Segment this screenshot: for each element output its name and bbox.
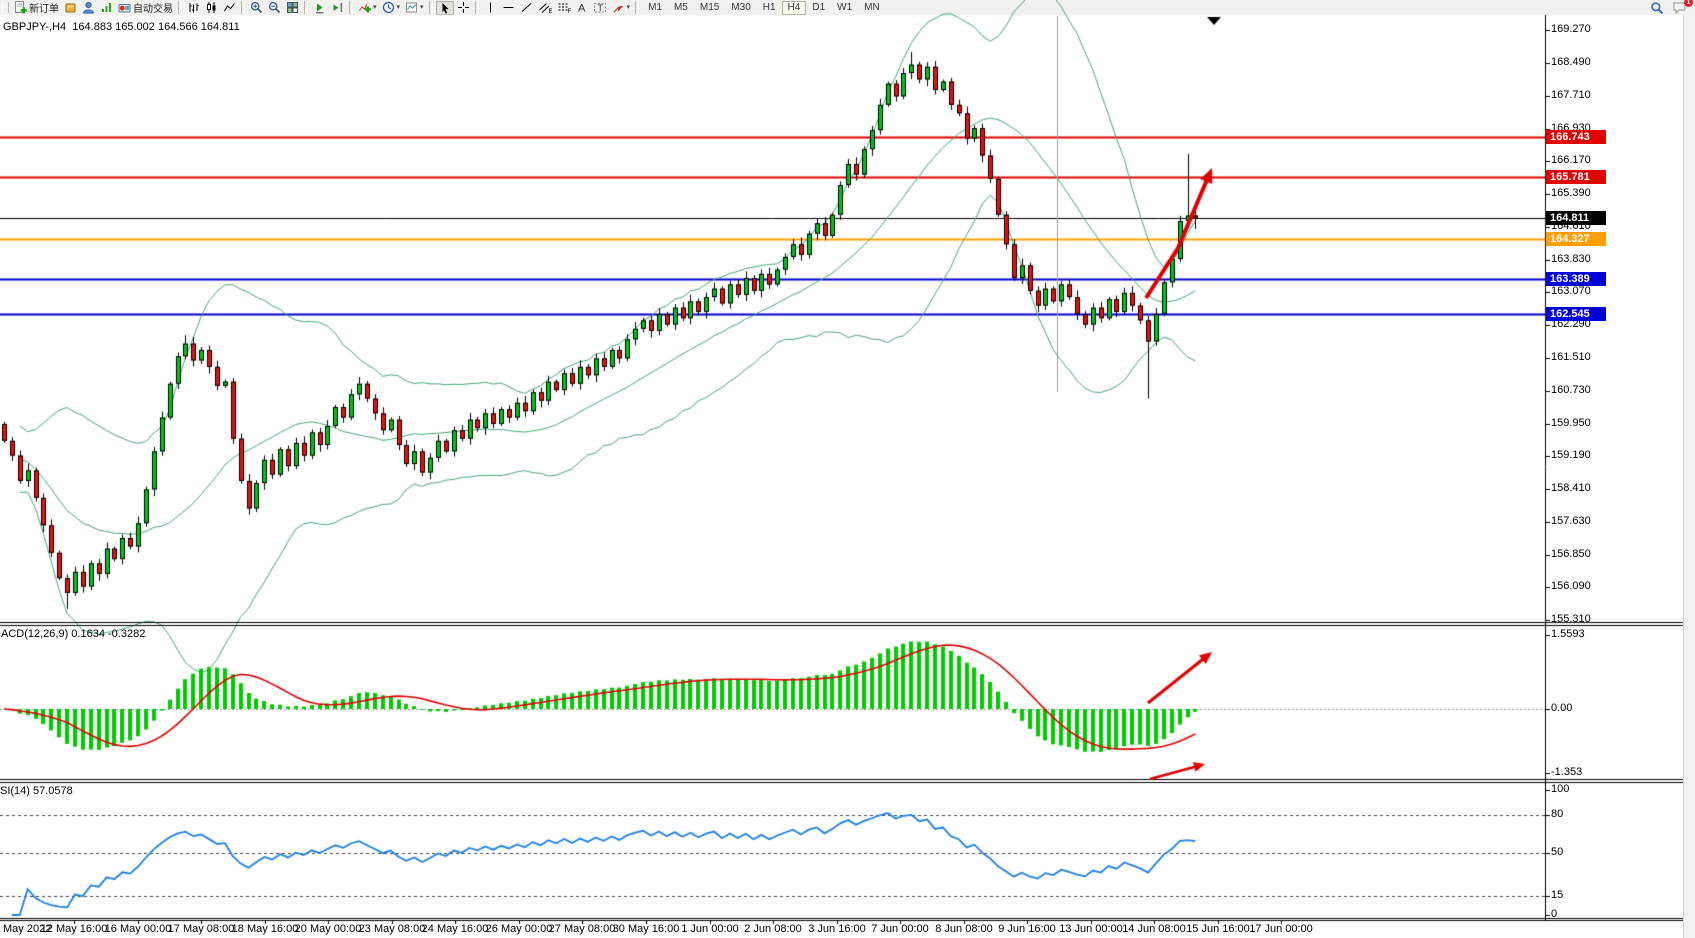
- price-line-label: 163.389: [1546, 272, 1606, 286]
- price-tick-label: 169.270: [1551, 23, 1591, 35]
- price-tick-label: 156.850: [1551, 548, 1591, 560]
- time-axis-label: 3 Jun 16:00: [808, 923, 866, 935]
- time-axis-label: 8 Jun 08:00: [935, 923, 993, 935]
- price-tick-label: 166.170: [1551, 154, 1591, 166]
- price-tick-label: 163.830: [1551, 253, 1591, 265]
- time-axis-label: 16 May 00:00: [105, 923, 172, 935]
- time-axis-label: 24 May 16:00: [422, 923, 489, 935]
- time-axis-label: 17 May 08:00: [168, 923, 235, 935]
- time-axis-label: 17 Jun 00:00: [1249, 923, 1313, 935]
- ohlc-quote-label: 164.883 165.002 164.566 164.811: [72, 21, 239, 33]
- time-axis-label: 14 Jun 08:00: [1122, 923, 1186, 935]
- price-tick-label: 155.310: [1551, 613, 1591, 625]
- price-tick-label: 157.630: [1551, 515, 1591, 527]
- chart-title: GBPJPY-,H4 164.883 165.002 164.566 164.8…: [3, 21, 240, 33]
- price-tick-label: 168.490: [1551, 56, 1591, 68]
- price-tick-label: 160.730: [1551, 384, 1591, 396]
- time-axis-label: 7 Jun 00:00: [871, 923, 929, 935]
- price-tick-label: 159.950: [1551, 417, 1591, 429]
- price-tick-label: 163.070: [1551, 285, 1591, 297]
- price-tick-label: 167.710: [1551, 89, 1591, 101]
- rsi-tick-label: 0: [1551, 908, 1557, 920]
- time-axis-label: 9 Jun 16:00: [998, 923, 1056, 935]
- price-tick-label: 159.190: [1551, 449, 1591, 461]
- price-line-label: 165.781: [1546, 170, 1606, 184]
- rsi-tick-label: 100: [1551, 783, 1569, 795]
- price-tick-label: 156.090: [1551, 580, 1591, 592]
- time-axis-label: 27 May 08:00: [549, 923, 616, 935]
- time-axis-label: 12 May 16:00: [41, 923, 108, 935]
- time-axis-label: 1 Jun 00:00: [681, 923, 739, 935]
- price-tick-label: 165.390: [1551, 187, 1591, 199]
- mt4-window: 新订单 自动交: [0, 0, 1695, 938]
- time-axis-label: 2 Jun 08:00: [744, 923, 802, 935]
- time-axis-label: 20 May 00:00: [295, 923, 362, 935]
- macd-tick-label: 0.00: [1551, 702, 1572, 714]
- price-line-label: 164.811: [1546, 211, 1606, 225]
- rsi-indicator-label: SI(14) 57.0578: [0, 785, 73, 797]
- rsi-tick-label: 50: [1551, 846, 1563, 858]
- chart-canvas[interactable]: [0, 0, 1695, 938]
- rsi-tick-label: 15: [1551, 889, 1563, 901]
- symbol-period-label: GBPJPY-,H4: [3, 21, 66, 33]
- macd-tick-label: 1.5593: [1551, 628, 1585, 640]
- time-axis-label: 26 May 00:00: [486, 923, 553, 935]
- time-axis-label: 13 Jun 00:00: [1059, 923, 1123, 935]
- macd-indicator-label: ACD(12,26,9) 0.1634 -0.3282: [1, 628, 145, 640]
- price-line-label: 164.327: [1546, 232, 1606, 246]
- time-axis-label: 23 May 08:00: [359, 923, 426, 935]
- rsi-tick-label: 80: [1551, 808, 1563, 820]
- price-line-label: 166.743: [1546, 130, 1606, 144]
- price-line-label: 162.545: [1546, 307, 1606, 321]
- time-axis-label: 18 May 16:00: [232, 923, 299, 935]
- time-axis-label: 30 May 16:00: [613, 923, 680, 935]
- window-edge-strip: [1683, 15, 1695, 938]
- price-tick-label: 161.510: [1551, 351, 1591, 363]
- price-tick-label: 158.410: [1551, 482, 1591, 494]
- time-axis-label: 15 Jun 16:00: [1186, 923, 1250, 935]
- macd-tick-label: -1.353: [1551, 766, 1582, 778]
